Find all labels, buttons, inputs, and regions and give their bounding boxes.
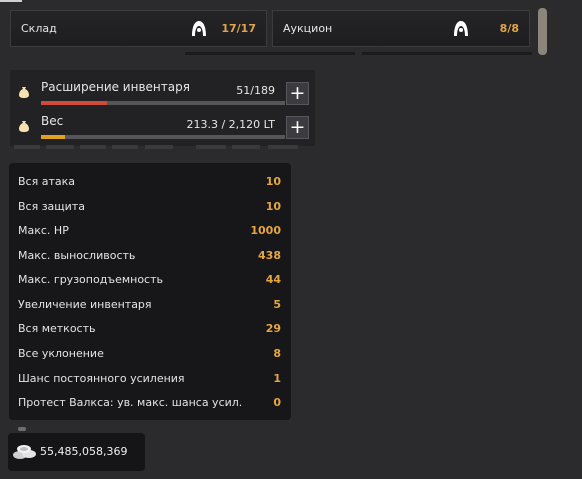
weight-icon: [19, 121, 29, 132]
stat-name: Протест Валкса: ув. макс. шанса усил.: [18, 396, 243, 409]
hidden-slot: [232, 145, 260, 149]
stat-name: Вся меткость: [18, 322, 96, 335]
stat-name: Вся атака: [18, 175, 75, 188]
weight-progress-fill: [41, 135, 66, 139]
stat-value: 1000: [250, 224, 281, 237]
hidden-slot: [14, 145, 40, 149]
stat-name: Макс. HP: [18, 224, 69, 237]
divider: [185, 52, 355, 55]
stat-row: Вся защита 10: [9, 194, 291, 218]
stat-value: 1: [273, 372, 281, 385]
stat-row: Макс. грузоподъемность 44: [9, 267, 291, 291]
inventory-progress-bar: [41, 101, 285, 105]
auction-label: Аукцион: [283, 22, 333, 35]
money-bag-icon: [19, 87, 29, 98]
stat-value: 5: [273, 298, 281, 311]
pet-icon: [192, 21, 206, 36]
stat-name: Макс. выносливость: [18, 249, 136, 262]
stat-value: 0: [273, 396, 281, 409]
weight-row: Вес 213.3 / 2,120 LT +: [10, 108, 315, 142]
warehouse-count: 17/17: [221, 22, 256, 35]
hidden-slot: [145, 145, 173, 149]
auction-panel[interactable]: Аукцион 8/8: [272, 10, 530, 47]
stat-value: 10: [265, 200, 281, 213]
stat-value: 438: [258, 249, 281, 262]
weight-value: 213.3 / 2,120 LT: [186, 118, 275, 131]
stat-name: Увеличение инвентаря: [18, 298, 152, 311]
top-edge-fragment: [0, 0, 22, 4]
stat-row: Вся атака 10: [9, 169, 291, 193]
stat-row: Макс. выносливость 438: [9, 243, 291, 267]
stat-value: 44: [265, 273, 281, 286]
stat-name: Шанс постоянного усиления: [18, 372, 185, 385]
pet-icon: [454, 21, 468, 36]
stat-row: Все уклонение 8: [9, 341, 291, 365]
hidden-slot: [80, 145, 106, 149]
stat-name: Макс. грузоподъемность: [18, 273, 163, 286]
hidden-slot: [196, 145, 226, 149]
stat-value: 8: [273, 347, 281, 360]
inventory-panel: Расширение инвентаря 51/189 + Вес 213.3 …: [10, 70, 315, 146]
handle-dot: [18, 427, 26, 431]
warehouse-label: Склад: [21, 22, 57, 35]
add-weight-button[interactable]: +: [286, 116, 309, 139]
inventory-progress-fill: [41, 101, 107, 105]
stat-value: 10: [265, 175, 281, 188]
scrollbar-thumb[interactable]: [538, 8, 547, 55]
inventory-expansion-value: 51/189: [236, 84, 275, 97]
stat-row: Шанс постоянного усиления 1: [9, 366, 291, 390]
stat-name: Вся защита: [18, 200, 85, 213]
silver-coins-icon: [13, 445, 36, 459]
hidden-slot: [112, 145, 138, 149]
hidden-slot: [46, 145, 74, 149]
expand-inventory-button[interactable]: +: [286, 82, 309, 105]
stat-row: Вся меткость 29: [9, 316, 291, 340]
inventory-expansion-label: Расширение инвентаря: [41, 80, 190, 94]
weight-label: Вес: [41, 114, 64, 128]
silver-panel: 55,485,058,369: [8, 433, 145, 471]
divider: [362, 52, 532, 55]
silver-amount: 55,485,058,369: [40, 445, 128, 458]
stat-row: Увеличение инвентаря 5: [9, 292, 291, 316]
warehouse-panel[interactable]: Склад 17/17: [10, 10, 267, 47]
stat-name: Все уклонение: [18, 347, 104, 360]
stat-value: 29: [265, 322, 281, 335]
hidden-slot: [268, 145, 298, 149]
stat-row: Протест Валкса: ув. макс. шанса усил. 0: [9, 390, 291, 414]
weight-progress-bar: [41, 135, 285, 139]
auction-count: 8/8: [499, 22, 519, 35]
stat-row: Макс. HP 1000: [9, 218, 291, 242]
stats-panel: Вся атака 10 Вся защита 10 Макс. HP 1000…: [9, 163, 291, 420]
inventory-expansion-row: Расширение инвентаря 51/189 +: [10, 74, 315, 108]
